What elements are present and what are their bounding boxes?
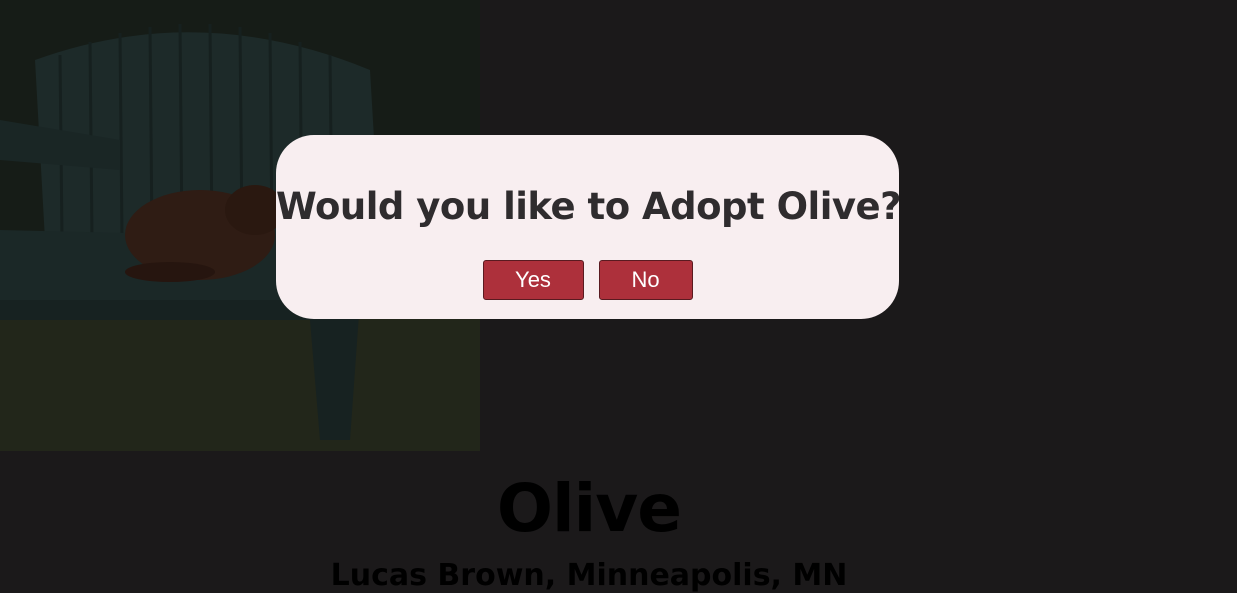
no-button[interactable]: No: [598, 260, 693, 300]
dialog-title: Would you like to Adopt Olive?: [276, 185, 902, 228]
yes-button[interactable]: Yes: [482, 260, 584, 300]
dialog-actions: Yes No: [276, 260, 899, 300]
adopt-confirm-dialog: Would you like to Adopt Olive? Yes No: [276, 135, 902, 319]
